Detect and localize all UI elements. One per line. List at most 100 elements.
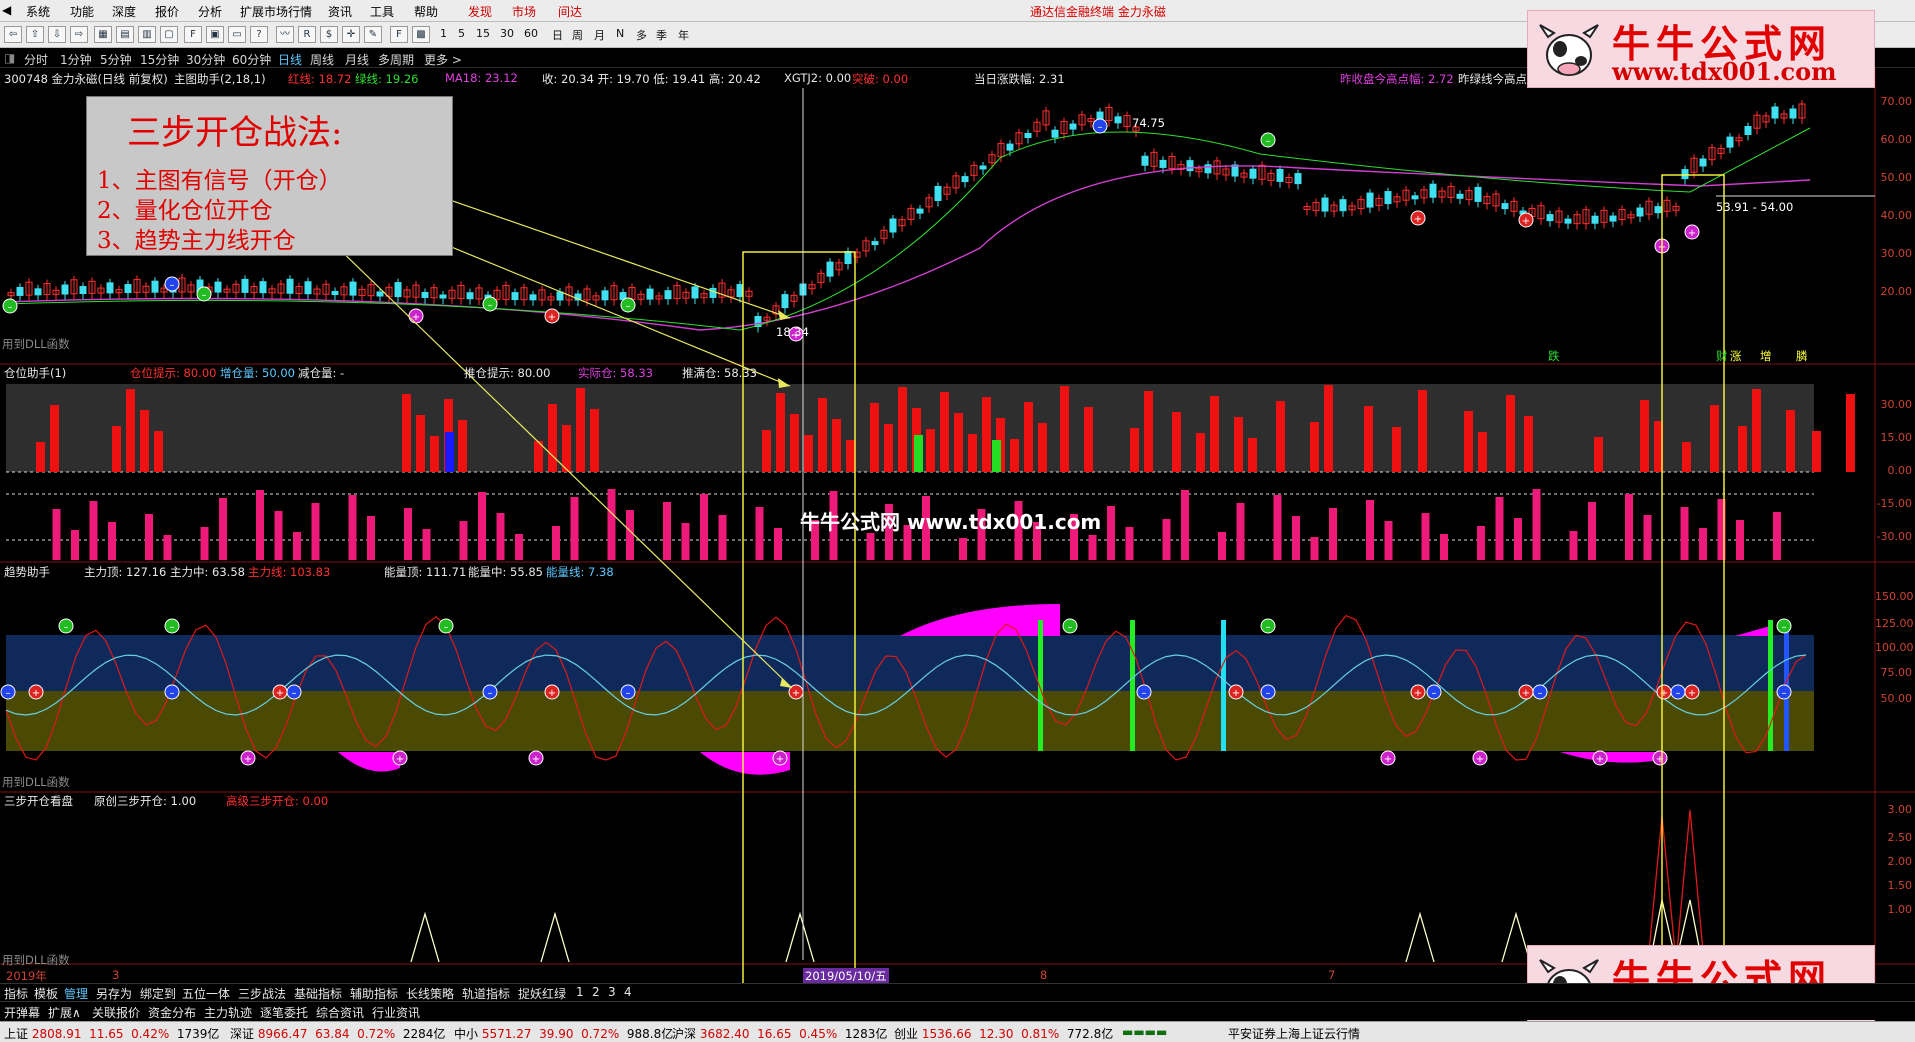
index-hs300[interactable]: 沪深 3682.40 16.65 0.45% 1283亿 <box>672 1025 887 1042</box>
money-icon[interactable]: $ <box>320 26 338 43</box>
period-month[interactable]: 月 <box>594 27 605 43</box>
window-icon[interactable]: ▭ <box>228 26 246 43</box>
forward-arrow-icon[interactable]: ⇨ <box>70 26 88 43</box>
period-toggle-icon[interactable]: ◨ <box>4 51 15 65</box>
period-tab-day[interactable]: 日线 <box>278 51 302 68</box>
period-tab-60min[interactable]: 60分钟 <box>232 51 271 68</box>
news-icon[interactable]: ▣ <box>206 26 224 43</box>
period-30m[interactable]: 30 <box>500 27 514 40</box>
tab-expand[interactable]: 扩展∧ <box>48 1004 81 1021</box>
period-tab-week[interactable]: 周线 <box>310 51 334 68</box>
period-tab-multi[interactable]: 多周期 <box>378 51 414 68</box>
menu-tools[interactable]: 工具 <box>370 3 394 20</box>
tab-five-in-one[interactable]: 五位一体 <box>182 985 230 1002</box>
tab-track[interactable]: 轨道指标 <box>462 985 510 1002</box>
tab-three-step[interactable]: 三步战法 <box>238 985 286 1002</box>
menu-help[interactable]: 帮助 <box>414 3 438 20</box>
index-chinext[interactable]: 创业 1536.66 12.30 0.81% 772.8亿 <box>894 1025 1113 1042</box>
candle-body <box>1654 206 1662 214</box>
menu-wenda[interactable]: 间达 <box>558 3 582 20</box>
period-15m[interactable]: 15 <box>476 27 490 40</box>
tab-comprehensive[interactable]: 综合资讯 <box>316 1004 364 1021</box>
period-multi[interactable]: 多 <box>636 27 647 43</box>
signal-dot-label: + <box>244 754 252 765</box>
tab-danmaku[interactable]: 开弹幕 <box>4 1004 40 1021</box>
tab-aux[interactable]: 辅助指标 <box>350 985 398 1002</box>
position-bar <box>1680 507 1689 560</box>
tab-save-as[interactable]: 另存为 <box>96 985 132 1002</box>
tab-main-track[interactable]: 主力轨迹 <box>204 1004 252 1021</box>
back-arrow-icon[interactable]: ⇦ <box>4 26 22 43</box>
period-tab-more[interactable]: 更多 > <box>424 51 462 68</box>
rsi-icon[interactable]: R <box>298 26 316 43</box>
signal-dot-label: – <box>626 301 631 312</box>
menu-info[interactable]: 资讯 <box>328 3 352 20</box>
tab-red-green[interactable]: 捉妖红绿 <box>518 985 566 1002</box>
line-chart-icon[interactable]: 〰 <box>276 26 294 43</box>
period-year[interactable]: 年 <box>678 27 689 43</box>
period-season[interactable]: 季 <box>656 27 667 43</box>
chart-switch-icon[interactable]: ▩ <box>412 26 430 43</box>
tab-bind[interactable]: 绑定到 <box>140 985 176 1002</box>
down-arrow-icon[interactable]: ⇩ <box>48 26 66 43</box>
menu-depth[interactable]: 深度 <box>112 3 136 20</box>
tab-order-by-order[interactable]: 逐笔委托 <box>260 1004 308 1021</box>
period-1m[interactable]: 1 <box>440 27 447 40</box>
signal-dot-label: – <box>6 688 11 699</box>
tab-page-2[interactable]: 2 <box>592 985 600 999</box>
tab-basic[interactable]: 基础指标 <box>294 985 342 1002</box>
pos-assistant-name[interactable]: 仓位助手(1) <box>4 365 66 381</box>
tab-fund-distribution[interactable]: 资金分布 <box>148 1004 196 1021</box>
up-arrow-icon[interactable]: ⇧ <box>26 26 44 43</box>
three-step-name[interactable]: 三步开仓看盘 <box>4 793 73 809</box>
pos-reduce: 减仓量: - <box>298 366 345 380</box>
f10-icon[interactable]: F <box>184 26 202 43</box>
menu-quote[interactable]: 报价 <box>155 3 179 20</box>
period-60m[interactable]: 60 <box>524 27 538 40</box>
menu-function[interactable]: 功能 <box>70 3 94 20</box>
chart-icon[interactable]: ▥ <box>138 26 156 43</box>
index-shanghai[interactable]: 上证 2808.91 11.65 0.42% 1739亿 <box>4 1025 219 1042</box>
tab-related-quote[interactable]: 关联报价 <box>92 1004 140 1021</box>
tab-manage[interactable]: 管理 <box>64 985 88 1002</box>
index-sme[interactable]: 中小 5571.27 39.90 0.72% 988.8亿 <box>454 1025 673 1042</box>
period-tab-month[interactable]: 月线 <box>345 51 369 68</box>
index-shenzhen[interactable]: 深证 8966.47 63.84 0.72% 2284亿 <box>230 1025 445 1042</box>
help-icon[interactable]: ? <box>250 26 268 43</box>
tab-industry-info[interactable]: 行业资讯 <box>372 1004 420 1021</box>
crosshair-icon[interactable]: ✛ <box>342 26 360 43</box>
tab-template[interactable]: 模板 <box>34 985 58 1002</box>
menu-system[interactable]: 系统 <box>26 3 50 20</box>
tab-page-1[interactable]: 1 <box>576 985 584 999</box>
period-5m[interactable]: 5 <box>458 27 465 40</box>
tab-page-4[interactable]: 4 <box>624 985 632 999</box>
fs-icon[interactable]: F <box>390 26 408 43</box>
menu-market[interactable]: 市场 <box>512 3 536 20</box>
period-tab-15min[interactable]: 15分钟 <box>140 51 179 68</box>
grid-icon[interactable]: ▦ <box>94 26 112 43</box>
period-tab-5min[interactable]: 5分钟 <box>100 51 132 68</box>
back-icon[interactable]: ◀ <box>2 3 11 17</box>
signal-word-2: 财 <box>1716 349 1728 363</box>
period-tab-fenshi[interactable]: 分时 <box>24 51 48 68</box>
menu-discover[interactable]: 发现 <box>468 3 492 20</box>
period-tab-1min[interactable]: 1分钟 <box>60 51 92 68</box>
trend-assistant-name[interactable]: 趋势助手 <box>4 564 50 580</box>
period-n[interactable]: N <box>616 27 624 40</box>
table-icon[interactable]: ▤ <box>116 26 134 43</box>
trend-signal-line <box>1221 620 1226 751</box>
period-day[interactable]: 日 <box>552 27 563 43</box>
tab-indicator[interactable]: 指标 <box>4 985 28 1002</box>
menu-analysis[interactable]: 分析 <box>198 3 222 20</box>
position-bar <box>940 392 949 472</box>
period-week[interactable]: 周 <box>572 27 583 43</box>
period-tab-30min[interactable]: 30分钟 <box>186 51 225 68</box>
menu-extended-market[interactable]: 扩展市场行情 <box>240 3 312 20</box>
tab-page-3[interactable]: 3 <box>608 985 616 999</box>
tab-long-term[interactable]: 长线策略 <box>406 985 454 1002</box>
pen-icon[interactable]: ✎ <box>364 26 382 43</box>
position-bar <box>626 510 634 560</box>
step-spike <box>1501 911 1531 963</box>
position-bar <box>1310 422 1319 472</box>
document-icon[interactable]: ▢ <box>160 26 178 43</box>
